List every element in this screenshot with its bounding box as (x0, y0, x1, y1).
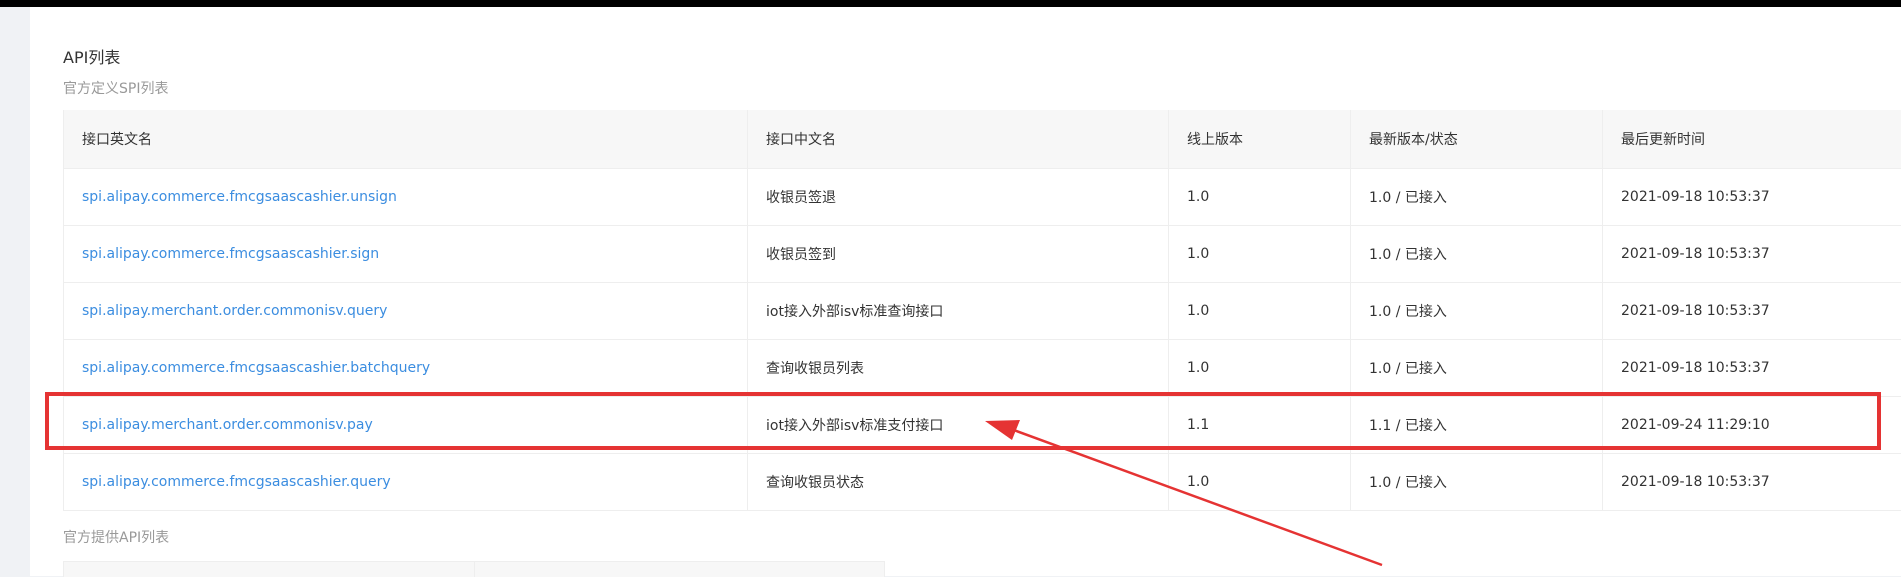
online-version: 1.0 (1169, 340, 1351, 396)
latest-version-status: 1.0 / 已接入 (1351, 283, 1603, 339)
table-row: spi.alipay.commerce.fmcgsaascashier.sign… (64, 226, 1901, 283)
page-title: API列表 (63, 48, 121, 67)
header-latest-version-status: 最新版本/状态 (1351, 110, 1603, 168)
online-version: 1.0 (1169, 169, 1351, 225)
api-chinese-name: 收银员签退 (748, 169, 1169, 225)
spi-section-label: 官方定义SPI列表 (63, 81, 169, 97)
last-updated: 2021-09-18 10:53:37 (1621, 303, 1770, 319)
api-chinese-name: 查询收银员列表 (748, 340, 1169, 396)
api-chinese-name: iot接入外部isv标准查询接口 (748, 283, 1169, 339)
last-updated: 2021-09-18 10:53:37 (1621, 246, 1770, 262)
latest-version-status: 1.1 / 已接入 (1351, 397, 1603, 453)
online-version: 1.1 (1169, 397, 1351, 453)
api-table-header-partial (63, 561, 885, 577)
column-divider (474, 562, 475, 577)
header-last-updated: 最后更新时间 (1621, 132, 1705, 148)
api-section-label: 官方提供API列表 (63, 530, 170, 546)
spi-table: 接口英文名 接口中文名 线上版本 最新版本/状态 最后更新时间 spi.alip… (63, 110, 1901, 511)
header-online-version: 线上版本 (1169, 110, 1351, 168)
table-row: spi.alipay.merchant.order.commonisv.quer… (64, 283, 1901, 340)
table-header: 接口英文名 接口中文名 线上版本 最新版本/状态 最后更新时间 (64, 110, 1901, 169)
online-version: 1.0 (1169, 226, 1351, 282)
table-row: spi.alipay.commerce.fmcgsaascashier.unsi… (64, 169, 1901, 226)
api-chinese-name: 查询收银员状态 (748, 454, 1169, 510)
header-chinese-name: 接口中文名 (748, 110, 1169, 168)
api-chinese-name: iot接入外部isv标准支付接口 (748, 397, 1169, 453)
last-updated: 2021-09-18 10:53:37 (1621, 189, 1770, 205)
table-row-highlighted: spi.alipay.merchant.order.commonisv.pay … (64, 397, 1901, 454)
latest-version-status: 1.0 / 已接入 (1351, 226, 1603, 282)
online-version: 1.0 (1169, 454, 1351, 510)
table-row: spi.alipay.commerce.fmcgsaascashier.quer… (64, 454, 1901, 511)
api-name-link[interactable]: spi.alipay.merchant.order.commonisv.quer… (82, 303, 387, 319)
api-chinese-name: 收银员签到 (748, 226, 1169, 282)
last-updated: 2021-09-24 11:29:10 (1621, 417, 1770, 433)
top-bar (0, 0, 1901, 7)
api-name-link[interactable]: spi.alipay.commerce.fmcgsaascashier.batc… (82, 360, 430, 376)
header-english-name: 接口英文名 (64, 110, 748, 168)
last-updated: 2021-09-18 10:53:37 (1621, 474, 1770, 490)
api-name-link[interactable]: spi.alipay.merchant.order.commonisv.pay (82, 417, 373, 433)
api-name-link[interactable]: spi.alipay.commerce.fmcgsaascashier.quer… (82, 474, 391, 490)
latest-version-status: 1.0 / 已接入 (1351, 169, 1603, 225)
latest-version-status: 1.0 / 已接入 (1351, 454, 1603, 510)
api-name-link[interactable]: spi.alipay.commerce.fmcgsaascashier.unsi… (82, 189, 397, 205)
latest-version-status: 1.0 / 已接入 (1351, 340, 1603, 396)
online-version: 1.0 (1169, 283, 1351, 339)
api-name-link[interactable]: spi.alipay.commerce.fmcgsaascashier.sign (82, 246, 379, 262)
last-updated: 2021-09-18 10:53:37 (1621, 360, 1770, 376)
table-row: spi.alipay.commerce.fmcgsaascashier.batc… (64, 340, 1901, 397)
